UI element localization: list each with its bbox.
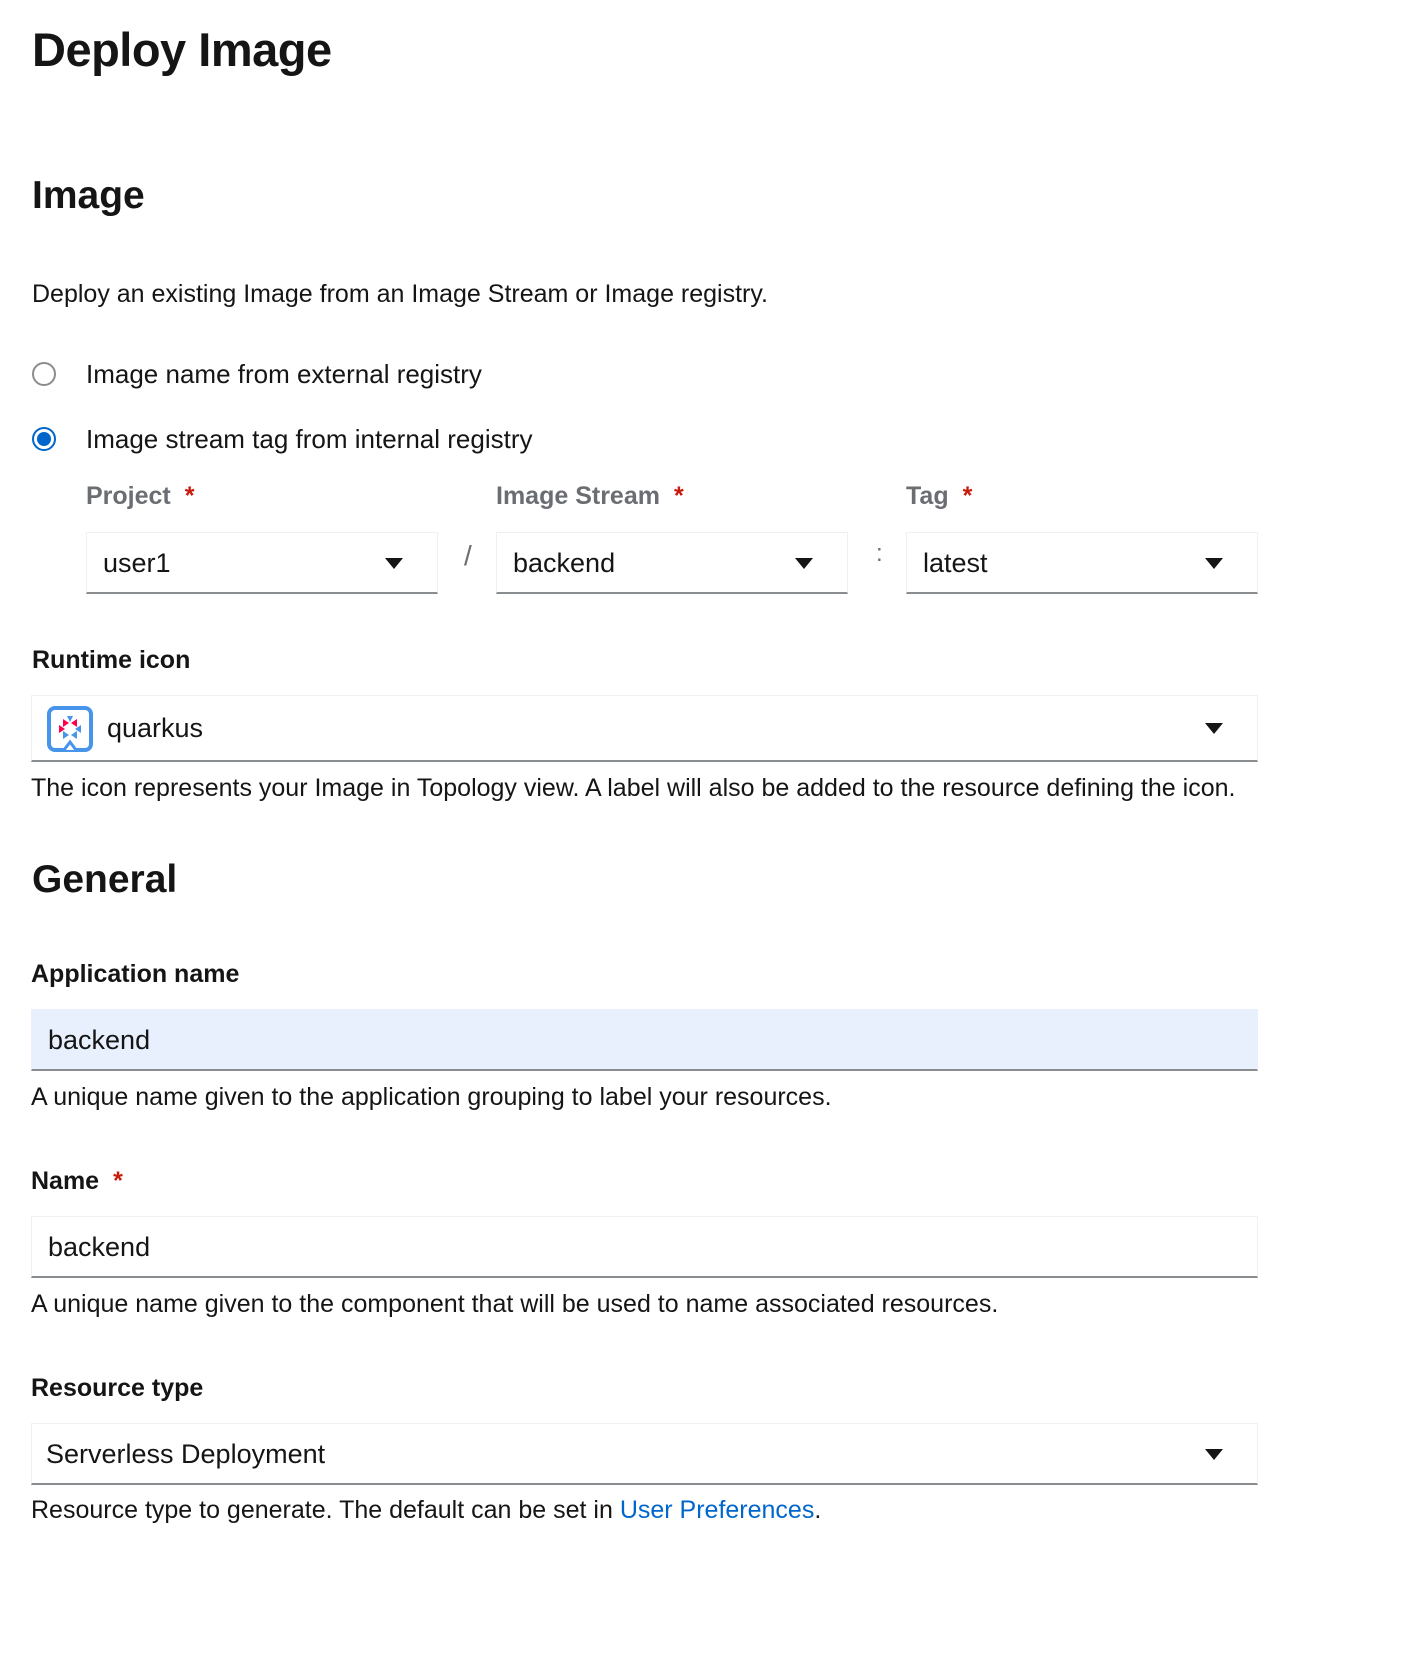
- name-help: A unique name given to the component tha…: [31, 1290, 999, 1318]
- stream-tag-separator: :: [876, 540, 883, 567]
- user-preferences-link[interactable]: User Preferences: [620, 1496, 815, 1524]
- radio-internal-registry-label[interactable]: Image stream tag from internal registry: [86, 423, 533, 455]
- project-select[interactable]: user1: [86, 532, 438, 594]
- name-label: Name *: [31, 1165, 123, 1197]
- runtime-icon-value: quarkus: [107, 713, 204, 743]
- chevron-down-icon: [1205, 723, 1223, 734]
- application-name-label: Application name: [31, 960, 240, 988]
- quarkus-logo-icon: [47, 706, 93, 752]
- radio-internal-registry-control[interactable]: [32, 427, 56, 451]
- general-section-heading: General: [32, 858, 178, 901]
- runtime-icon-help: The icon represents your Image in Topolo…: [31, 774, 1236, 802]
- tag-select[interactable]: latest: [906, 532, 1258, 594]
- radio-external-registry[interactable]: Image name from external registry: [32, 358, 632, 394]
- page-title: Deploy Image: [32, 23, 332, 76]
- chevron-down-icon: [1205, 557, 1223, 569]
- image-stream-select[interactable]: backend: [496, 532, 848, 594]
- resource-type-help-suffix: .: [814, 1496, 822, 1524]
- resource-type-value: Serverless Deployment: [46, 1438, 326, 1469]
- image-section-description: Deploy an existing Image from an Image S…: [32, 280, 768, 308]
- project-select-value: user1: [103, 547, 171, 578]
- resource-type-help: Resource type to generate. The default c…: [31, 1494, 821, 1526]
- project-label: Project *: [86, 480, 195, 512]
- resource-type-help-text: Resource type to generate. The default c…: [31, 1496, 620, 1524]
- resource-type-label: Resource type: [31, 1374, 204, 1402]
- name-input[interactable]: backend: [31, 1216, 1258, 1278]
- project-stream-separator: /: [464, 540, 472, 571]
- tag-select-value: latest: [923, 547, 988, 578]
- name-label-text: Name: [31, 1167, 100, 1195]
- required-marker: *: [184, 482, 195, 510]
- application-name-input[interactable]: backend: [31, 1009, 1258, 1071]
- image-stream-select-value: backend: [513, 547, 616, 578]
- radio-internal-registry[interactable]: Image stream tag from internal registry: [32, 423, 632, 459]
- required-marker: *: [113, 1167, 123, 1195]
- runtime-icon-select[interactable]: quarkus: [31, 695, 1258, 762]
- chevron-down-icon: [795, 557, 813, 569]
- project-label-text: Project: [86, 482, 171, 510]
- image-stream-label-text: Image Stream: [496, 482, 660, 510]
- image-section-heading: Image: [32, 174, 145, 217]
- tag-label-text: Tag: [906, 482, 949, 510]
- chevron-down-icon: [1205, 1448, 1223, 1460]
- required-marker: *: [673, 482, 684, 510]
- image-stream-label: Image Stream *: [496, 480, 684, 512]
- radio-external-registry-label[interactable]: Image name from external registry: [86, 358, 482, 390]
- runtime-icon-label: Runtime icon: [32, 646, 191, 674]
- name-value: backend: [48, 1231, 151, 1262]
- required-marker: *: [962, 482, 973, 510]
- resource-type-select[interactable]: Serverless Deployment: [31, 1423, 1258, 1485]
- chevron-down-icon: [385, 557, 403, 569]
- application-name-value: backend: [48, 1024, 151, 1055]
- radio-external-registry-control[interactable]: [32, 362, 56, 386]
- application-name-help: A unique name given to the application g…: [31, 1083, 832, 1111]
- tag-label: Tag *: [906, 480, 972, 512]
